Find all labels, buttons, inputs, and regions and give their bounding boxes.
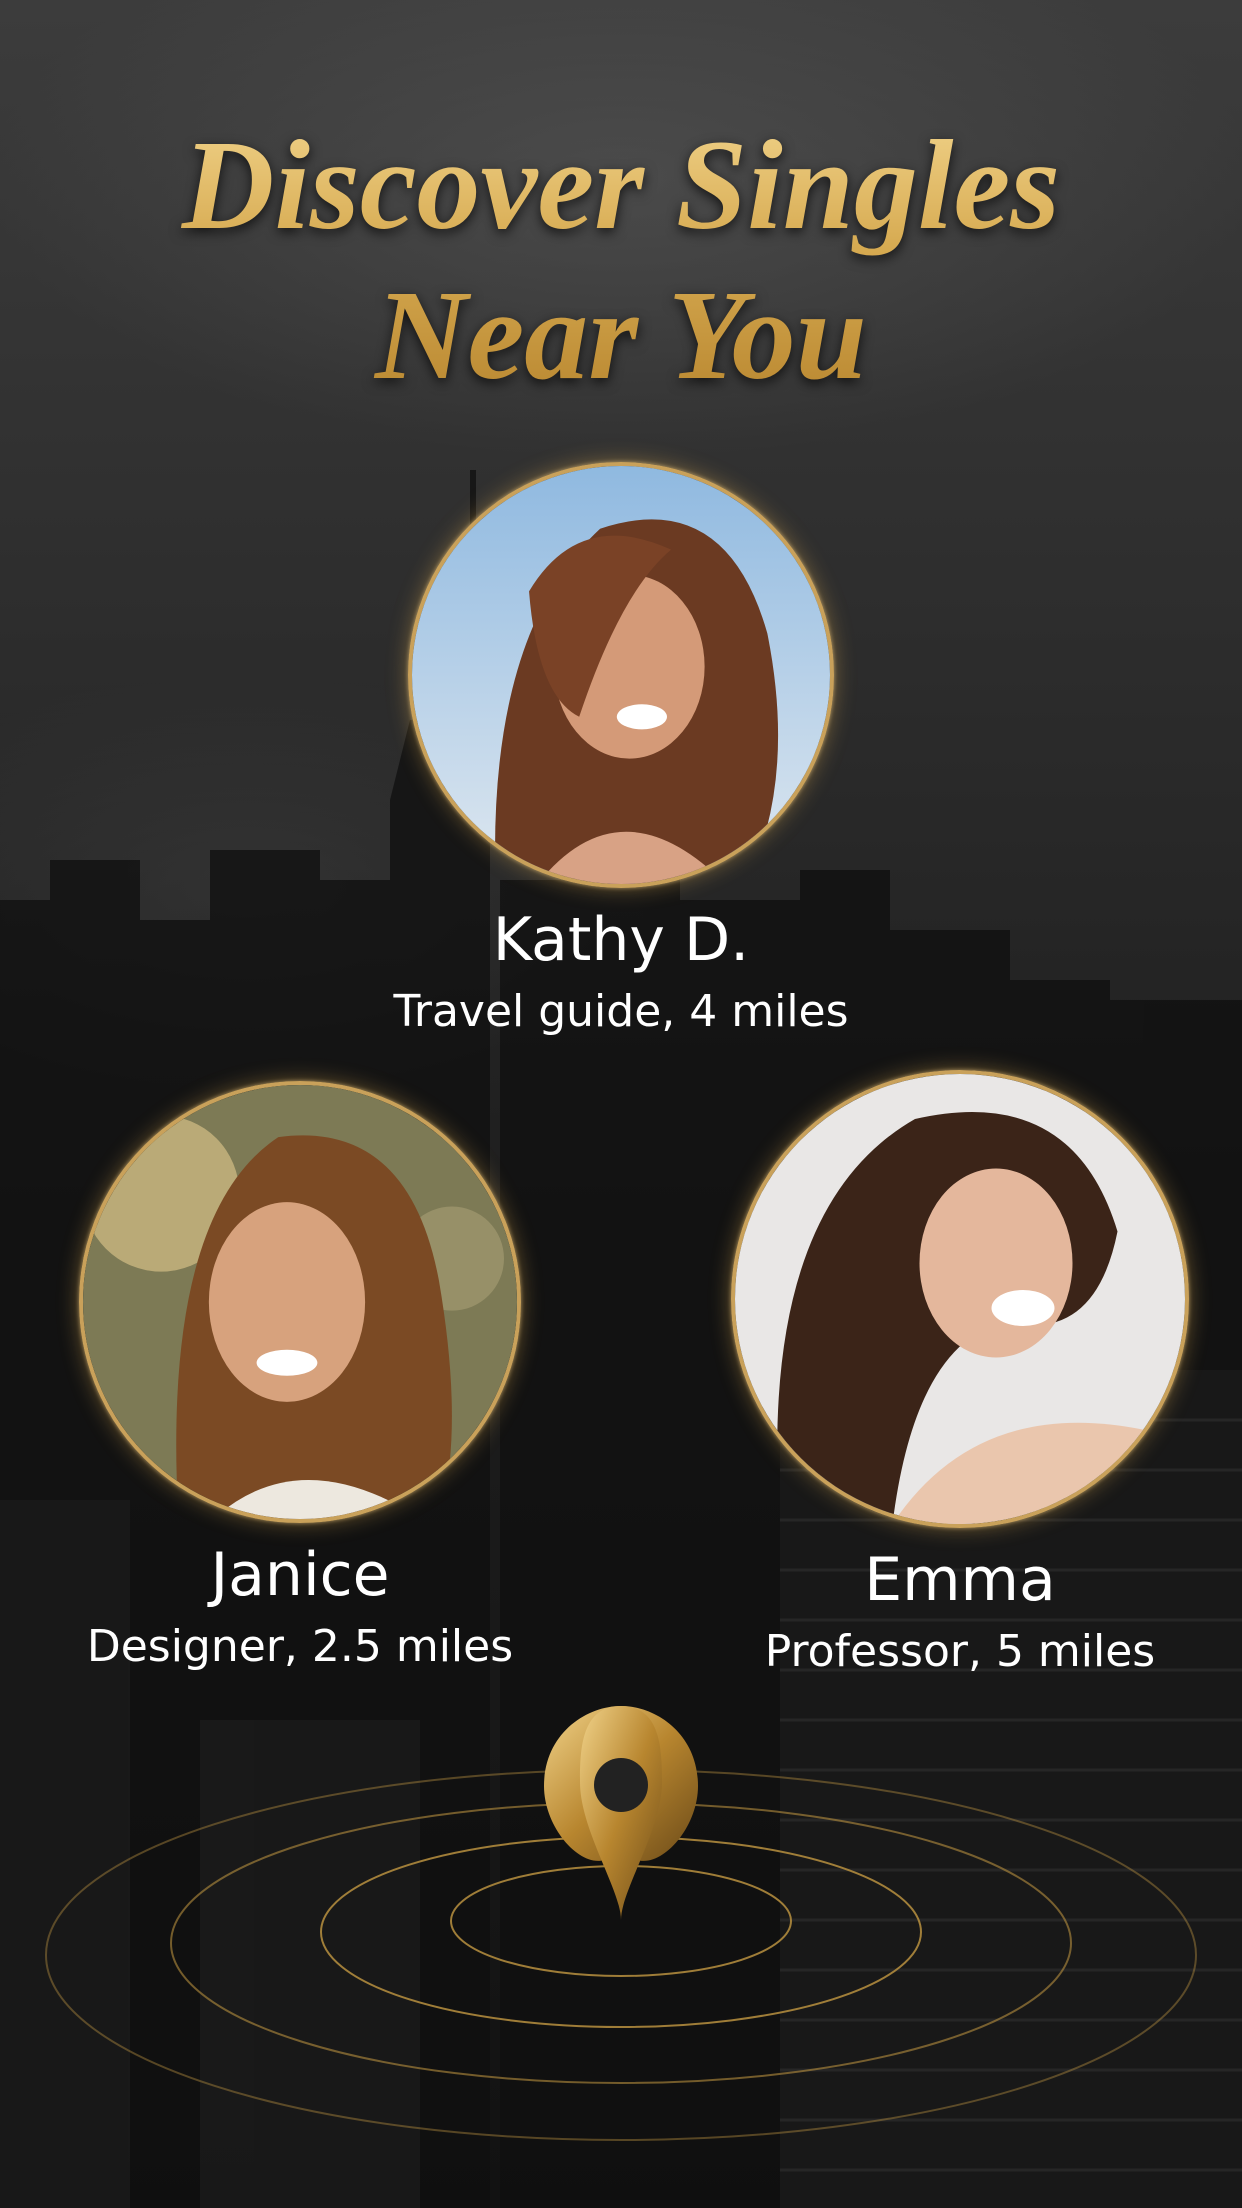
profile-name: Janice <box>210 1540 390 1610</box>
headline-line-2: Near You <box>375 264 867 406</box>
profile-card-janice[interactable]: Janice Designer, 2.5 miles <box>60 1081 540 1677</box>
headline: Discover Singles Near You <box>0 110 1242 410</box>
headline-line-1: Discover Singles <box>181 114 1061 256</box>
profile-card-kathy[interactable]: Kathy D. Travel guide, 4 miles <box>371 462 871 1042</box>
profile-photo-emma <box>735 1074 1185 1524</box>
profile-photo-janice <box>83 1085 517 1519</box>
profile-card-emma[interactable]: Emma Professor, 5 miles <box>720 1070 1200 1682</box>
profile-name: Emma <box>864 1545 1056 1615</box>
profile-detail: Travel guide, 4 miles <box>393 986 849 1037</box>
map-pin-icon <box>544 1706 698 1920</box>
profile-photo-kathy <box>412 466 830 884</box>
avatar-janice[interactable] <box>79 1081 521 1523</box>
profile-detail: Professor, 5 miles <box>764 1626 1156 1677</box>
profile-detail: Designer, 2.5 miles <box>86 1621 514 1672</box>
avatar-kathy[interactable] <box>408 462 834 888</box>
location-radar <box>45 1706 1197 2141</box>
profile-name: Kathy D. <box>492 905 750 975</box>
avatar-emma[interactable] <box>731 1070 1189 1528</box>
